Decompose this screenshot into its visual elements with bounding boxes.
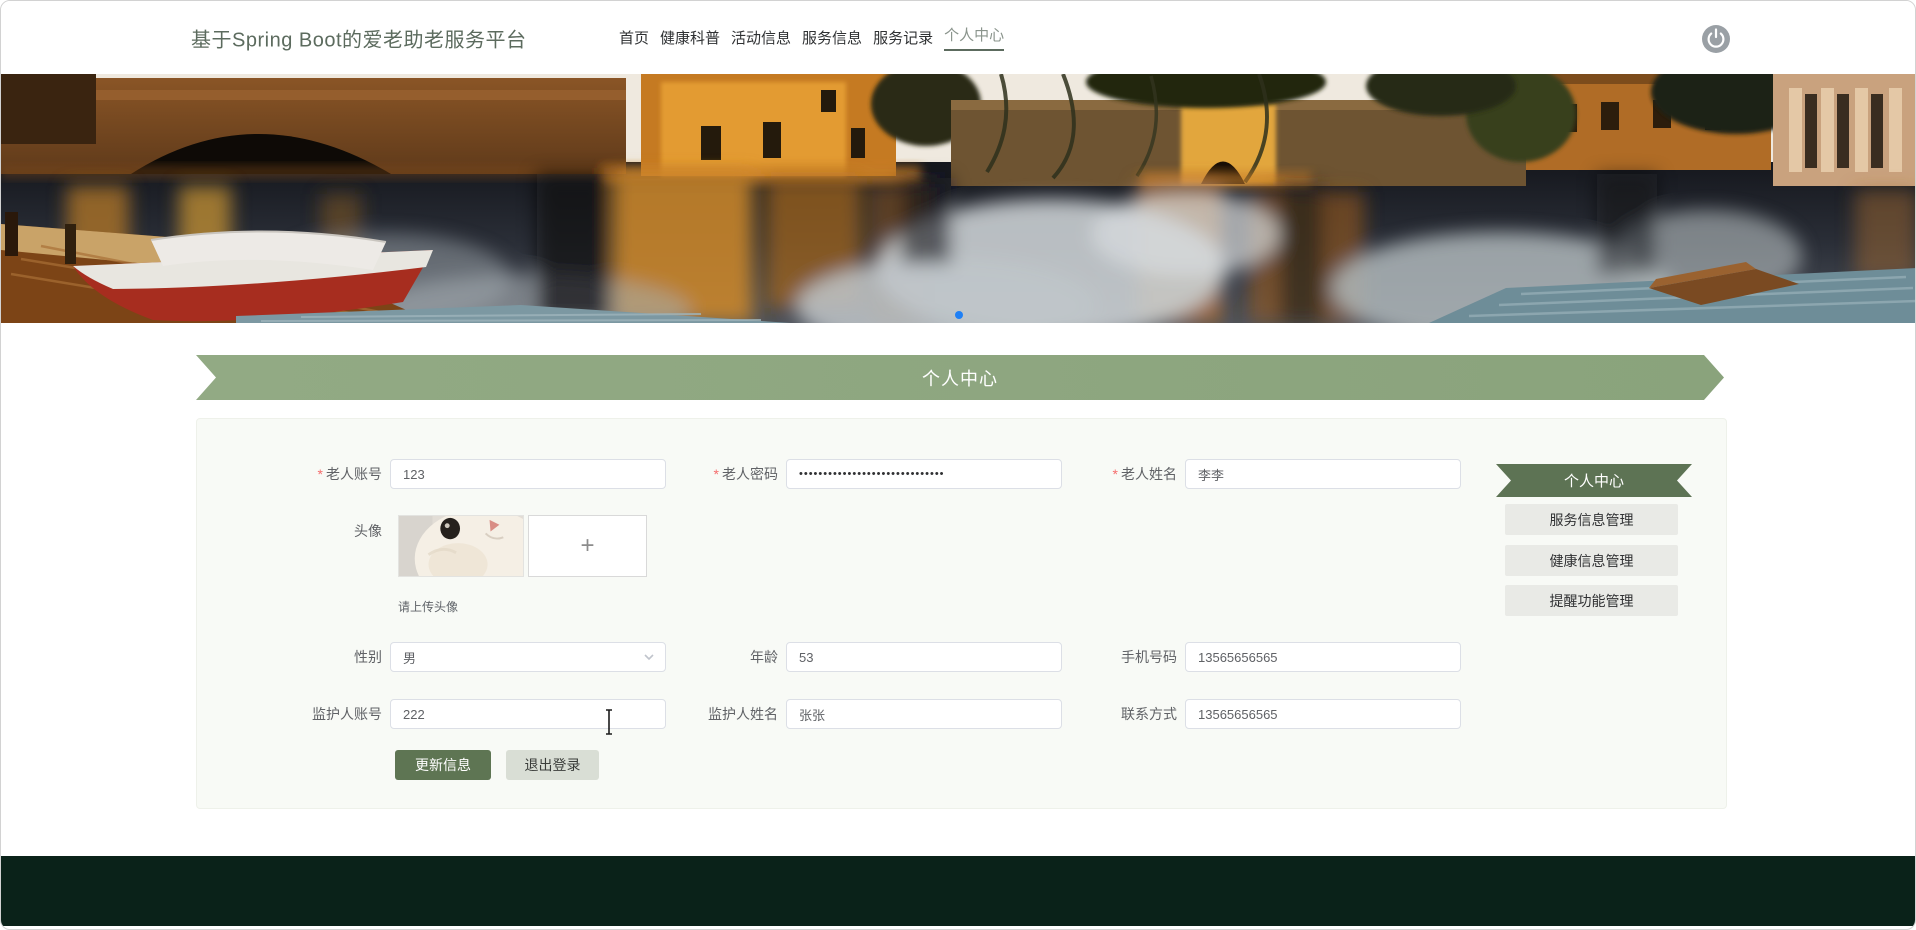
sidebar-item-personal-center[interactable]: 个人中心: [1496, 464, 1692, 497]
logout-button[interactable]: 退出登录: [506, 750, 599, 780]
page: 基于Spring Boot的爱老助老服务平台 首页 健康科普 活动信息 服务信息…: [0, 0, 1916, 930]
nav-item-activity-info[interactable]: 活动信息: [731, 27, 791, 48]
guardian-name-label: 监护人姓名: [708, 706, 778, 722]
site-title: 基于Spring Boot的爱老助老服务平台: [191, 29, 527, 51]
elder-name-label: * 老人姓名: [1112, 466, 1177, 482]
guardian-account-input[interactable]: [390, 699, 666, 729]
required-asterisk: *: [317, 466, 323, 482]
phone-input[interactable]: [1185, 642, 1461, 672]
avatar-upload-button[interactable]: +: [528, 515, 647, 577]
avatar-upload-hint: 请上传头像: [398, 600, 459, 614]
chevron-down-icon: [644, 654, 654, 661]
nav-item-service-info[interactable]: 服务信息: [802, 27, 862, 48]
age-label: 年龄: [750, 649, 778, 665]
hero-carousel[interactable]: [1, 74, 1915, 323]
field-contact: 联系方式: [1070, 699, 1461, 729]
section-ribbon: 个人中心: [196, 355, 1724, 400]
sidebar-item-reminder-mgmt[interactable]: 提醒功能管理: [1505, 585, 1678, 616]
elder-account-label: * 老人账号: [317, 466, 382, 482]
field-phone: 手机号码: [1070, 642, 1461, 672]
power-icon: [1702, 25, 1730, 53]
header: 基于Spring Boot的爱老助老服务平台 首页 健康科普 活动信息 服务信息…: [1, 1, 1915, 74]
nav-item-personal-center[interactable]: 个人中心: [944, 24, 1005, 51]
field-guardian-account: 监护人账号: [197, 699, 666, 729]
nav-item-service-record[interactable]: 服务记录: [873, 27, 933, 48]
required-asterisk: *: [713, 466, 719, 482]
nav-item-home[interactable]: 首页: [619, 27, 649, 48]
avatar-image[interactable]: [398, 515, 524, 577]
nav-item-health-science[interactable]: 健康科普: [660, 27, 720, 48]
guardian-name-input[interactable]: [786, 699, 1062, 729]
update-info-button[interactable]: 更新信息: [395, 750, 491, 780]
field-elder-password: * 老人密码: [676, 459, 1062, 489]
contact-input[interactable]: [1185, 699, 1461, 729]
footer: [1, 856, 1915, 926]
required-asterisk: *: [1112, 466, 1118, 482]
cat-photo: [399, 516, 523, 576]
hero-canal-photo: [1, 74, 1915, 323]
field-age: 年龄: [676, 642, 1062, 672]
field-elder-account: * 老人账号: [197, 459, 666, 489]
elder-password-input[interactable]: [786, 459, 1062, 489]
logout-power-button[interactable]: [1701, 24, 1731, 54]
carousel-indicator-dot[interactable]: [955, 311, 963, 319]
avatar-label: 头像: [354, 523, 382, 539]
age-input[interactable]: [786, 642, 1062, 672]
gender-label: 性别: [354, 649, 382, 665]
contact-label: 联系方式: [1121, 706, 1177, 722]
field-elder-name: * 老人姓名: [1070, 459, 1461, 489]
elder-password-label: * 老人密码: [713, 466, 778, 482]
elder-account-input[interactable]: [390, 459, 666, 489]
phone-label: 手机号码: [1121, 649, 1177, 665]
profile-form-panel: *老人账号 *老人密码 *老人姓名 头像: [196, 418, 1727, 809]
field-gender: 性别 男: [197, 642, 666, 672]
guardian-account-label: 监护人账号: [312, 706, 382, 722]
plus-icon: +: [580, 532, 595, 559]
field-guardian-name: 监护人姓名: [676, 699, 1062, 729]
gender-selected-value: 男: [403, 650, 417, 666]
field-avatar: 头像: [197, 515, 390, 545]
sidebar-item-service-info-mgmt[interactable]: 服务信息管理: [1505, 504, 1678, 535]
section-title: 个人中心: [922, 368, 998, 389]
main-nav: 首页 健康科普 活动信息 服务信息 服务记录 个人中心: [619, 1, 1005, 74]
sidebar-item-health-info-mgmt[interactable]: 健康信息管理: [1505, 545, 1678, 576]
gender-select[interactable]: 男: [390, 642, 666, 672]
elder-name-input[interactable]: [1185, 459, 1461, 489]
